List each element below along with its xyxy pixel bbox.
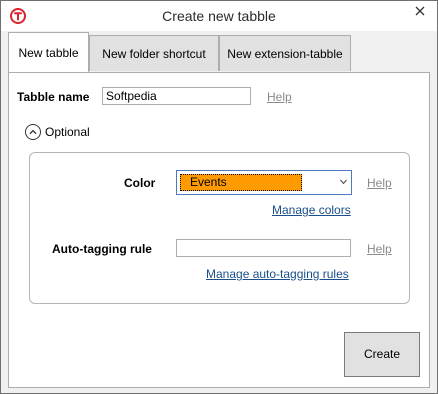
manage-auto-tagging-link[interactable]: Manage auto-tagging rules: [206, 267, 349, 281]
chevron-up-circle-icon[interactable]: [25, 124, 41, 140]
dialog-window: Create new tabble New tabble New folder …: [0, 0, 438, 394]
close-icon[interactable]: [405, 2, 435, 22]
manage-colors-link[interactable]: Manage colors: [272, 203, 351, 217]
chevron-down-icon[interactable]: [340, 179, 347, 185]
title-bar: Create new tabble: [1, 1, 437, 31]
tabble-name-label: Tabble name: [17, 90, 90, 104]
color-selected-value: Events: [180, 174, 302, 191]
create-button[interactable]: Create: [344, 332, 420, 377]
tab-new-extension-tabble[interactable]: New extension-tabble: [219, 35, 351, 71]
help-link-color[interactable]: Help: [367, 176, 392, 190]
color-label: Color: [124, 176, 156, 190]
tabble-name-input[interactable]: Softpedia: [102, 87, 251, 105]
tab-strip: New tabble New folder shortcut New exten…: [8, 32, 430, 72]
color-combobox[interactable]: Events: [176, 170, 352, 195]
help-link-auto-tagging[interactable]: Help: [367, 242, 392, 256]
auto-tagging-label: Auto-tagging rule: [52, 242, 152, 256]
tab-new-tabble[interactable]: New tabble: [8, 32, 89, 72]
tab-new-folder-shortcut[interactable]: New folder shortcut: [89, 35, 219, 71]
optional-label: Optional: [45, 125, 90, 139]
auto-tagging-input[interactable]: [176, 239, 351, 257]
help-link-name[interactable]: Help: [267, 90, 292, 104]
window-title: Create new tabble: [162, 8, 276, 24]
